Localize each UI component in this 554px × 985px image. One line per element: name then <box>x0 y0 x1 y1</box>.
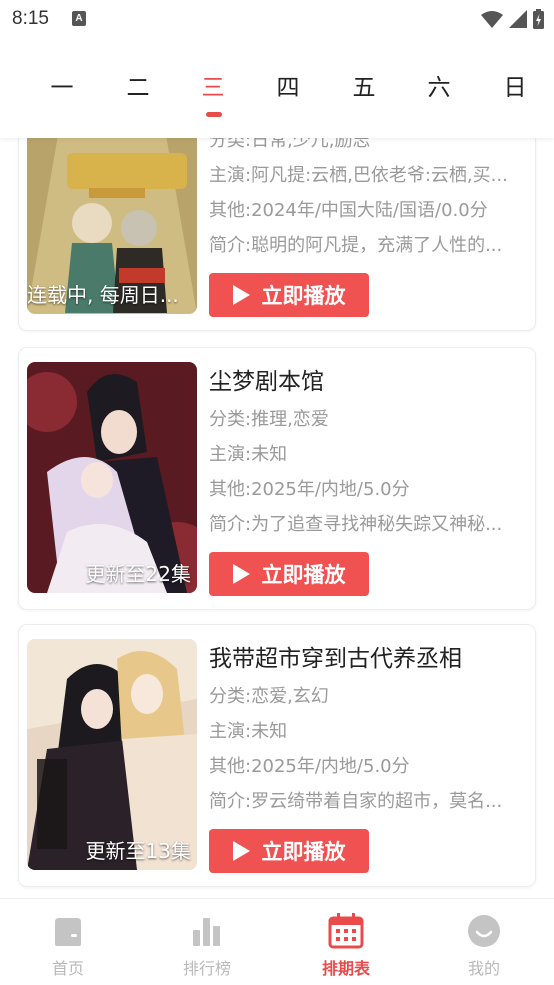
nav-profile-label: 我的 <box>467 959 500 978</box>
card-other: 其他:2025年/内地/5.0分 <box>209 756 410 777</box>
cover-image[interactable]: 连载中, 每周日... <box>27 138 197 314</box>
card-category: 分类:推理,恋爱 <box>209 409 329 430</box>
play-now-button[interactable]: 立即播放 <box>209 829 369 873</box>
card-category: 分类:日常,少儿,励志 <box>209 138 371 151</box>
play-now-button[interactable]: 立即播放 <box>209 273 369 317</box>
home-icon <box>28 911 108 951</box>
card-cast: 主演:未知 <box>209 444 288 465</box>
tab-wednesday[interactable]: 三 <box>183 68 243 102</box>
nav-schedule[interactable]: 排期表 <box>306 911 386 979</box>
card-intro: 简介:聪明的阿凡提，充满了人性的... <box>209 235 503 256</box>
play-icon <box>232 841 250 861</box>
card-info: 我带超市穿到古代养丞相 分类:恋爱,玄幻 主演:未知 其他:2025年/内地/5… <box>209 639 531 819</box>
notification-icon: A <box>72 11 86 26</box>
play-icon <box>232 564 250 584</box>
tab-tuesday[interactable]: 二 <box>108 68 168 102</box>
bar-chart-icon <box>167 911 247 951</box>
profile-icon <box>444 911 524 951</box>
tab-monday[interactable]: 一 <box>32 68 92 102</box>
anime-card[interactable]: 连载中, 每周日... 分类:日常,少儿,励志 主演:阿凡提:云栖,巴依老爷:云… <box>18 138 536 331</box>
card-intro: 简介:罗云绮带着自家的超市，莫名... <box>209 791 503 812</box>
wifi-icon <box>481 11 503 28</box>
status-icons <box>481 8 544 30</box>
active-tab-indicator <box>206 112 222 117</box>
card-cast: 主演:阿凡提:云栖,巴依老爷:云栖,买... <box>209 165 508 186</box>
anime-card[interactable]: 更新至13集 我带超市穿到古代养丞相 分类:恋爱,玄幻 主演:未知 其他:202… <box>18 624 536 887</box>
tab-friday[interactable]: 五 <box>334 68 394 102</box>
tab-thursday[interactable]: 四 <box>258 68 318 102</box>
nav-ranking[interactable]: 排行榜 <box>167 911 247 979</box>
play-now-button[interactable]: 立即播放 <box>209 552 369 596</box>
tab-saturday[interactable]: 六 <box>409 68 469 102</box>
card-title[interactable]: 尘梦剧本馆 <box>209 362 531 402</box>
nav-ranking-label: 排行榜 <box>182 959 231 978</box>
status-bar: 8:15 A <box>0 0 554 40</box>
weekday-tabs: 一 二 三 四 五 六 日 <box>0 40 554 138</box>
calendar-icon <box>306 911 386 951</box>
play-button-label: 立即播放 <box>261 284 346 308</box>
nav-profile[interactable]: 我的 <box>444 911 524 979</box>
play-button-label: 立即播放 <box>261 563 346 587</box>
card-other: 其他:2025年/内地/5.0分 <box>209 479 410 500</box>
signal-icon <box>509 10 527 28</box>
card-intro: 简介:为了追查寻找神秘失踪又神秘... <box>209 514 503 535</box>
card-category: 分类:恋爱,玄幻 <box>209 686 329 707</box>
card-title[interactable]: 我带超市穿到古代养丞相 <box>209 639 531 679</box>
tab-sunday[interactable]: 日 <box>485 68 545 102</box>
battery-icon <box>533 9 544 29</box>
status-time: 8:15 <box>12 8 49 29</box>
card-other: 其他:2024年/中国大陆/国语/0.0分 <box>209 200 488 221</box>
play-button-label: 立即播放 <box>261 840 346 864</box>
cover-caption: 更新至22集 <box>85 562 191 586</box>
bottom-navigation: 首页 排行榜 排期表 我的 <box>0 898 554 985</box>
card-info: 尘梦剧本馆 分类:推理,恋爱 主演:未知 其他:2025年/内地/5.0分 简介… <box>209 362 531 542</box>
card-cast: 主演:未知 <box>209 721 288 742</box>
card-info: 分类:日常,少儿,励志 主演:阿凡提:云栖,巴依老爷:云栖,买... 其他:20… <box>209 138 531 263</box>
cover-image[interactable]: 更新至13集 <box>27 639 197 870</box>
anime-card[interactable]: 更新至22集 尘梦剧本馆 分类:推理,恋爱 主演:未知 其他:2025年/内地/… <box>18 347 536 610</box>
cover-caption: 更新至13集 <box>85 839 191 863</box>
play-icon <box>232 285 250 305</box>
cover-image[interactable]: 更新至22集 <box>27 362 197 593</box>
nav-home-label: 首页 <box>51 959 84 978</box>
nav-home[interactable]: 首页 <box>28 911 108 979</box>
schedule-list[interactable]: 连载中, 每周日... 分类:日常,少儿,励志 主演:阿凡提:云栖,巴依老爷:云… <box>0 138 554 898</box>
cover-caption: 连载中, 每周日... <box>27 283 179 307</box>
nav-schedule-label: 排期表 <box>321 959 370 978</box>
